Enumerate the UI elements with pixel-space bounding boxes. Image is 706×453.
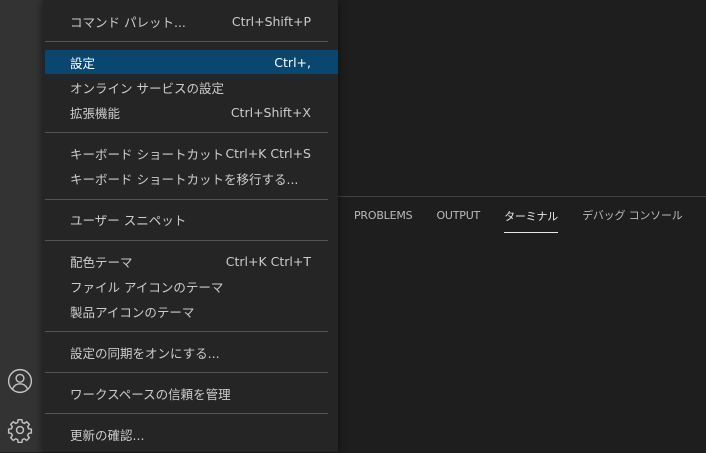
menu-item-shortcut: Ctrl+Shift+P: [231, 13, 311, 29]
tab-debug-console[interactable]: デバッグ コンソール: [582, 197, 683, 233]
menu-item-label: 拡張機能: [70, 105, 121, 121]
menu-item-file-icon-theme[interactable]: ファイル アイコンのテーマ: [45, 274, 338, 298]
menu-item-keyboard-shortcuts[interactable]: キーボード ショートカット Ctrl+K Ctrl+S: [45, 141, 338, 165]
menu-item-migrate-keyboard-shortcuts[interactable]: キーボード ショートカットを移行する...: [45, 166, 338, 190]
menu-item-label: 更新の確認...: [70, 427, 145, 443]
menu-item-label: オンライン サービスの設定: [70, 80, 224, 96]
panel-tabs: PROBLEMS OUTPUT ターミナル デバッグ コンソール: [354, 197, 706, 233]
menu-separator: [45, 240, 328, 241]
menu-item-turn-on-settings-sync[interactable]: 設定の同期をオンにする...: [45, 340, 338, 364]
accounts-icon[interactable]: [6, 367, 34, 395]
menu-separator: [45, 413, 328, 414]
menu-item-label: キーボード ショートカットを移行する...: [70, 171, 299, 187]
tab-terminal[interactable]: ターミナル: [504, 198, 558, 233]
menu-item-shortcut: Ctrl+,: [274, 54, 311, 70]
menu-item-color-theme[interactable]: 配色テーマ Ctrl+K Ctrl+T: [45, 249, 338, 273]
menu-item-shortcut: Ctrl+Shift+X: [230, 104, 311, 120]
bottom-panel: PROBLEMS OUTPUT ターミナル デバッグ コンソール: [338, 196, 706, 453]
menu-item-label: ファイル アイコンのテーマ: [70, 279, 224, 295]
menu-item-label: 製品アイコンのテーマ: [70, 304, 195, 320]
menu-item-command-palette[interactable]: コマンド パレット... Ctrl+Shift+P: [45, 9, 338, 33]
menu-item-settings[interactable]: 設定 Ctrl+,: [45, 50, 338, 74]
menu-separator: [45, 331, 328, 332]
gear-icon[interactable]: [6, 416, 34, 444]
menu-item-shortcut: Ctrl+K Ctrl+T: [225, 253, 311, 269]
menu-item-label: 配色テーマ: [70, 254, 133, 270]
menu-item-label: 設定の同期をオンにする...: [70, 345, 220, 361]
menu-item-user-snippets[interactable]: ユーザー スニペット: [45, 207, 338, 231]
tab-problems[interactable]: PROBLEMS: [354, 197, 413, 233]
menu-separator: [45, 41, 328, 42]
menu-separator: [45, 199, 328, 200]
activity-bar: [0, 0, 43, 452]
menu-item-label: 設定: [70, 55, 96, 71]
menu-item-label: キーボード ショートカット: [70, 146, 224, 162]
menu-item-label: コマンド パレット...: [70, 14, 186, 30]
menu-item-check-for-updates[interactable]: 更新の確認...: [45, 422, 338, 446]
menu-item-label: ユーザー スニペット: [70, 212, 187, 228]
manage-menu: コマンド パレット... Ctrl+Shift+P 設定 Ctrl+, オンライ…: [43, 0, 338, 452]
menu-item-label: ワークスペースの信頼を管理: [70, 386, 231, 402]
menu-separator: [45, 132, 328, 133]
menu-item-shortcut: Ctrl+K Ctrl+S: [225, 145, 311, 161]
menu-item-manage-workspace-trust[interactable]: ワークスペースの信頼を管理: [45, 381, 338, 405]
menu-item-online-services-settings[interactable]: オンライン サービスの設定: [45, 75, 338, 99]
menu-separator: [45, 372, 328, 373]
menu-item-extensions[interactable]: 拡張機能 Ctrl+Shift+X: [45, 100, 338, 124]
tab-output[interactable]: OUTPUT: [436, 197, 480, 233]
menu-item-product-icon-theme[interactable]: 製品アイコンのテーマ: [45, 299, 338, 323]
